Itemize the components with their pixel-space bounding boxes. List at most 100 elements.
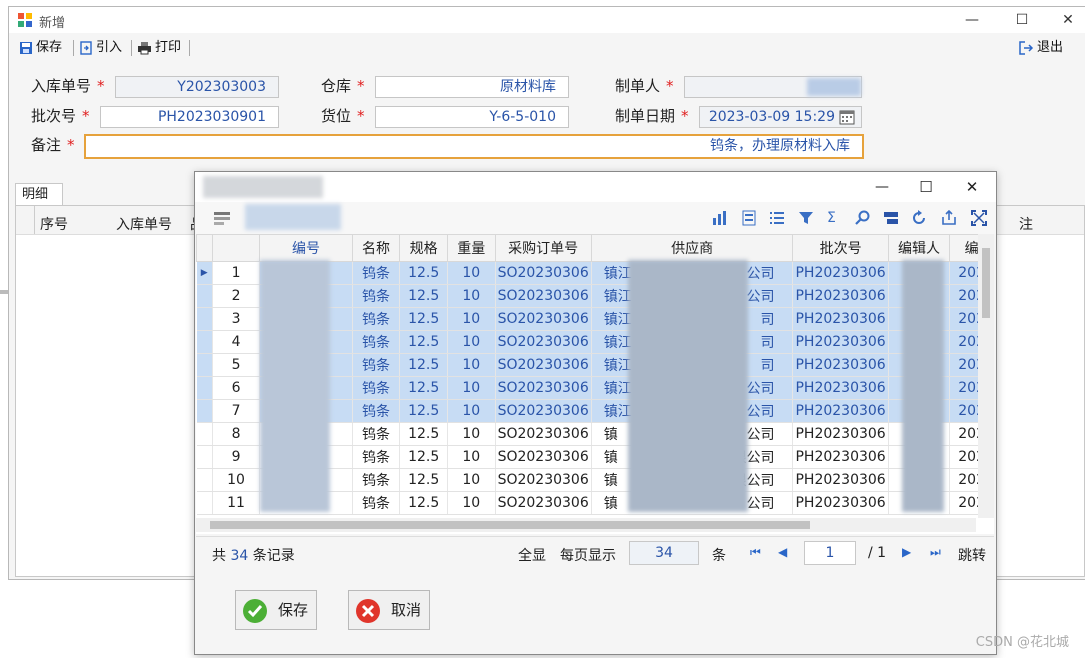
- cell-name: 钨条: [352, 353, 401, 377]
- column-settings-icon[interactable]: [741, 210, 757, 226]
- horizontal-scroll-thumb[interactable]: [210, 521, 810, 529]
- prev-page-icon[interactable]: ◀: [778, 545, 787, 559]
- cell-weight: 10: [447, 422, 496, 446]
- maximize-button[interactable]: ☐: [999, 7, 1045, 33]
- header-supplier[interactable]: 供应商: [590, 234, 794, 262]
- group-icon[interactable]: [883, 210, 899, 226]
- dialog-save-button[interactable]: 保存: [235, 590, 317, 630]
- grid-divider: [34, 206, 35, 234]
- next-page-icon[interactable]: ▶: [902, 545, 911, 559]
- cell-po: SO20230306: [495, 468, 592, 492]
- save-button[interactable]: 保存: [19, 38, 62, 58]
- detail-col-remark: 注: [1019, 217, 1033, 233]
- row-indicator: [196, 330, 213, 354]
- cell-weight: 10: [447, 376, 496, 400]
- warehouse-label: 仓库 *: [321, 77, 365, 95]
- minimize-button[interactable]: —: [949, 7, 995, 33]
- last-page-icon[interactable]: ⏭: [930, 545, 941, 560]
- sum-icon[interactable]: Σ: [827, 210, 843, 226]
- cell-name: 钨条: [352, 468, 401, 492]
- remark-field[interactable]: 钨条，办理原材料入库: [84, 134, 864, 159]
- import-icon: [80, 40, 92, 55]
- remark-label: 备注 *: [31, 136, 75, 154]
- cell-spec: 12.5: [399, 261, 449, 285]
- header-name[interactable]: 名称: [351, 234, 401, 262]
- header-weight[interactable]: 重量: [447, 234, 496, 262]
- detail-col-seq: 序号: [40, 217, 68, 233]
- tab-detail[interactable]: 明细: [15, 183, 63, 205]
- redacted-area: [807, 78, 861, 96]
- dialog-cancel-label: 取消: [391, 601, 422, 619]
- row-number: 9: [212, 445, 261, 469]
- cell-po: SO20230306: [495, 284, 592, 308]
- detail-col-inbound-no: 入库单号: [116, 217, 172, 233]
- cell-spec: 12.5: [399, 491, 449, 515]
- vertical-scroll-thumb[interactable]: [982, 248, 990, 318]
- cell-batch: PH20230306: [792, 422, 889, 446]
- cancel-icon: [355, 598, 381, 638]
- first-page-icon[interactable]: ⏮: [750, 545, 761, 560]
- cell-weight: 10: [447, 468, 496, 492]
- chart-icon[interactable]: [711, 210, 727, 226]
- cell-spec: 12.5: [399, 330, 449, 354]
- printer-icon: [138, 41, 151, 54]
- dialog-minimize-button[interactable]: —: [867, 176, 897, 198]
- export-icon[interactable]: [941, 209, 957, 226]
- exit-button[interactable]: 退出: [1019, 38, 1063, 58]
- batch-no-label: 批次号 *: [31, 107, 90, 125]
- print-button[interactable]: 打印: [137, 38, 181, 58]
- toolbar-divider: [131, 40, 132, 56]
- app-icon: [17, 12, 33, 32]
- batch-no-field[interactable]: PH2023030901: [100, 106, 279, 128]
- jump-button[interactable]: 跳转: [958, 545, 986, 565]
- horizontal-scrollbar[interactable]: [196, 518, 976, 532]
- title-bar: 新增 — ☐ ✕: [9, 7, 1085, 33]
- check-icon: [242, 598, 268, 638]
- cell-weight: 10: [447, 307, 496, 331]
- header-editor[interactable]: 编辑人: [887, 234, 951, 262]
- created-date-field[interactable]: 2023-03-09 15:29: [699, 106, 862, 128]
- dialog-cancel-button[interactable]: 取消: [348, 590, 430, 630]
- row-indicator: [196, 376, 213, 400]
- save-label: 保存: [36, 40, 63, 55]
- cell-weight: 10: [447, 284, 496, 308]
- calendar-icon[interactable]: [839, 109, 855, 129]
- location-field[interactable]: Y-6-5-010: [375, 106, 569, 128]
- toolbar-divider: [189, 40, 190, 56]
- refresh-icon[interactable]: [911, 210, 927, 226]
- cell-spec: 12.5: [399, 353, 449, 377]
- header-spec[interactable]: 规格: [399, 234, 449, 262]
- vertical-scrollbar[interactable]: [978, 234, 994, 518]
- close-button[interactable]: ✕: [1045, 7, 1085, 33]
- header-batch[interactable]: 批次号: [792, 234, 889, 262]
- redacted-area: [245, 204, 341, 230]
- warehouse-field[interactable]: 原材料库: [375, 76, 569, 98]
- per-page-unit: 条: [712, 548, 726, 564]
- supplier-suffix: 司: [760, 312, 775, 328]
- dialog-maximize-button[interactable]: ☐: [911, 176, 941, 198]
- cell-po: SO20230306: [495, 261, 592, 285]
- dialog-toolbar: Σ: [195, 202, 996, 234]
- supplier-prefix: 镇: [603, 496, 618, 512]
- header-po[interactable]: 采购订单号: [494, 234, 592, 262]
- search-icon[interactable]: [855, 210, 871, 226]
- filter-icon[interactable]: [798, 210, 814, 226]
- import-button[interactable]: 引入: [79, 38, 122, 58]
- inbound-no-field[interactable]: Y202303003: [115, 76, 279, 98]
- grid-layout-icon[interactable]: [213, 210, 233, 230]
- print-label: 打印: [155, 40, 182, 55]
- created-date-label: 制单日期 *: [615, 107, 689, 125]
- per-page-input[interactable]: 34: [629, 541, 699, 565]
- per-page-label: 每页显示: [560, 548, 616, 564]
- dialog-close-button[interactable]: ✕: [957, 176, 987, 198]
- header-code[interactable]: 编号: [259, 234, 353, 262]
- row-indicator: [196, 284, 213, 308]
- fullscreen-icon[interactable]: [971, 210, 987, 226]
- page-input[interactable]: 1: [804, 541, 856, 565]
- show-all-button[interactable]: 全显: [518, 545, 546, 565]
- cell-po: SO20230306: [495, 376, 592, 400]
- cell-spec: 12.5: [399, 445, 449, 469]
- row-number: 10: [212, 468, 261, 492]
- list-icon[interactable]: [769, 210, 785, 226]
- total-records: 共 34 条记录: [212, 548, 295, 564]
